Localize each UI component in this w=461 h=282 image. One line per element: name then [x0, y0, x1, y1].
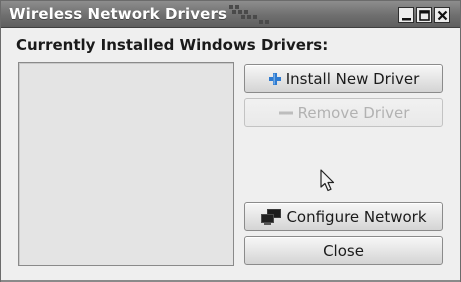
close-window-button[interactable]	[434, 7, 450, 23]
minimize-button[interactable]	[398, 7, 414, 23]
network-icon	[260, 208, 282, 226]
window-title: Wireless Network Drivers	[9, 5, 227, 23]
remove-driver-button[interactable]: Remove Driver	[244, 98, 443, 127]
title-bar[interactable]: Wireless Network Drivers	[1, 1, 460, 28]
titlebar-pattern	[229, 5, 269, 24]
minimize-icon	[402, 18, 411, 21]
configure-network-label: Configure Network	[286, 207, 427, 226]
installed-drivers-label: Currently Installed Windows Drivers:	[16, 36, 329, 54]
plus-icon	[268, 72, 282, 86]
close-icon	[437, 10, 448, 21]
remove-driver-label: Remove Driver	[297, 103, 410, 122]
minus-icon	[278, 106, 294, 120]
close-button-label: Close	[323, 241, 364, 260]
configure-network-button[interactable]: Configure Network	[244, 202, 443, 231]
driver-list[interactable]	[18, 62, 234, 266]
maximize-icon	[419, 10, 430, 21]
maximize-button[interactable]	[416, 7, 432, 23]
close-button[interactable]: Close	[244, 236, 443, 265]
install-driver-button[interactable]: Install New Driver	[244, 64, 443, 93]
mouse-pointer-icon	[320, 169, 335, 192]
install-driver-label: Install New Driver	[285, 69, 420, 88]
dialog-window: Wireless Network Drivers Currently Insta…	[0, 0, 461, 282]
